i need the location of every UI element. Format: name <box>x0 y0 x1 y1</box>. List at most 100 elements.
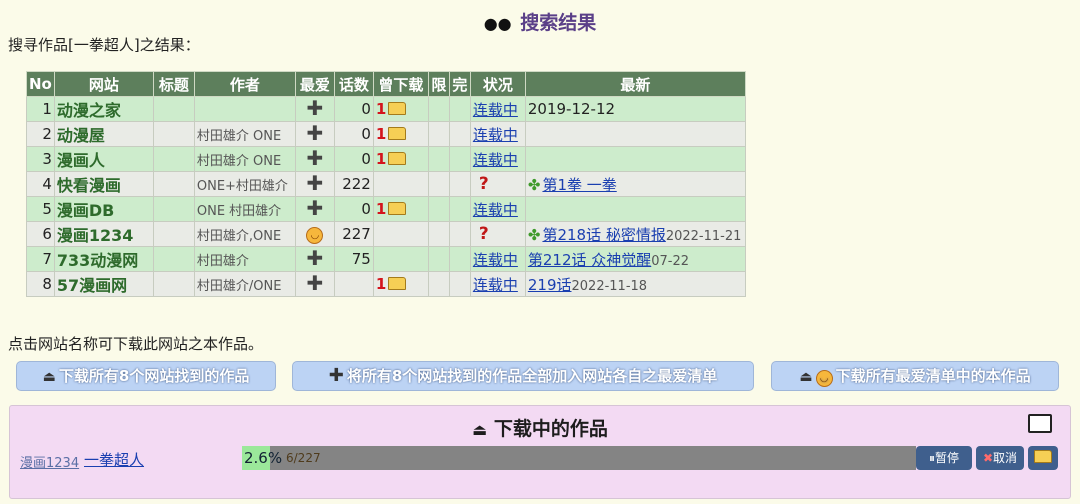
row-number: 3 <box>26 146 55 172</box>
folder-icon[interactable] <box>388 277 407 290</box>
status-link[interactable]: 连载中 <box>473 151 518 169</box>
cancel-button[interactable]: ✖取消 <box>976 446 1024 470</box>
downloading-title: ⏏ 下载中的作品 <box>472 418 608 440</box>
downloaded-cell: 1 <box>372 96 429 122</box>
download-all-button[interactable]: ⏏ 下载所有8个网站找到的作品 <box>16 361 276 391</box>
episode-count: 0 <box>333 96 374 122</box>
download-work-link[interactable]: 一拳超人 <box>84 449 144 470</box>
col-latest: 最新 <box>524 71 747 97</box>
site-name-link[interactable]: 漫画人 <box>53 146 154 172</box>
downloaded-cell <box>372 221 429 247</box>
status-cell: 连载中 <box>469 96 526 122</box>
site-name-link[interactable]: 漫画DB <box>53 196 154 222</box>
latest-date: 2022-11-18 <box>571 278 648 294</box>
col-limit: 限 <box>427 71 450 97</box>
download-site-link[interactable]: 漫画1234 <box>20 452 79 471</box>
downloaded-cell: 1 <box>372 121 429 147</box>
plus-icon[interactable]: ✚ <box>306 248 323 268</box>
eyes-icon: ●● <box>483 14 512 33</box>
site-name-link[interactable]: 漫画1234 <box>53 221 154 247</box>
site-name-link[interactable]: 57漫画网 <box>53 271 154 297</box>
latest-cell: ✤ 第1拳 一拳 <box>524 171 747 197</box>
latest-chapter-link[interactable]: 第218话 秘密情报 <box>542 226 665 244</box>
limit-cell <box>427 121 450 147</box>
done-cell <box>448 146 471 172</box>
folder-icon[interactable] <box>388 102 407 115</box>
row-number: 8 <box>26 271 55 297</box>
title-cell <box>152 196 195 222</box>
clover-icon: ✤ <box>527 175 541 194</box>
plus-icon[interactable]: ✚ <box>306 173 323 193</box>
folder-icon[interactable] <box>388 202 407 215</box>
close-icon: ✖ <box>982 451 994 465</box>
folder-icon <box>1034 450 1052 463</box>
author-cell: 村田雄介 <box>193 246 296 272</box>
row-number: 1 <box>26 96 55 122</box>
done-cell <box>448 271 471 297</box>
latest-chapter-link[interactable]: 第1拳 一拳 <box>542 176 616 194</box>
clover-icon: ✤ <box>527 225 541 244</box>
status-link[interactable]: 连载中 <box>473 276 518 294</box>
table-header-row: No 网站 标题 作者 最爱 话数 曾下载 限 完 状况 最新 <box>26 71 747 97</box>
download-icon: ⏏ <box>42 369 56 385</box>
favorite-cell: ✚ <box>294 196 335 222</box>
done-cell <box>448 121 471 147</box>
status-link[interactable]: 连载中 <box>473 201 518 219</box>
smile-icon[interactable]: ◡ <box>306 227 324 244</box>
col-no: No <box>26 71 55 97</box>
table-row: 8 57漫画网 村田雄介/ONE ✚ 1 连载中 219话2022-11-18 <box>26 271 747 297</box>
favorite-cell: ✚ <box>294 146 335 172</box>
site-name-link[interactable]: 动漫屋 <box>53 121 154 147</box>
plus-icon[interactable]: ✚ <box>306 198 323 218</box>
site-name-link[interactable]: 733动漫网 <box>53 246 154 272</box>
question-icon: ? <box>478 174 489 194</box>
table-row: 2 动漫屋 村田雄介 ONE ✚ 0 1 连载中 <box>26 121 747 147</box>
status-link[interactable]: 连载中 <box>473 251 518 269</box>
latest-chapter-link[interactable]: 第212话 众神觉醒 <box>528 251 651 269</box>
done-cell <box>448 171 471 197</box>
latest-date-text: 2019-12-12 <box>527 100 616 118</box>
book-icon[interactable] <box>1028 414 1052 433</box>
col-done: 完 <box>448 71 471 97</box>
episode-count: 0 <box>333 146 374 172</box>
plus-icon[interactable]: ✚ <box>306 98 323 118</box>
latest-cell <box>524 196 747 222</box>
episode-count: 0 <box>333 121 374 147</box>
site-name-link[interactable]: 快看漫画 <box>53 171 154 197</box>
author-cell: 村田雄介,ONE <box>193 221 296 247</box>
plus-icon[interactable]: ✚ <box>306 273 323 293</box>
status-link[interactable]: 连载中 <box>473 126 518 144</box>
site-name-link[interactable]: 动漫之家 <box>53 96 154 122</box>
title-cell <box>152 221 195 247</box>
open-folder-button[interactable] <box>1028 446 1058 470</box>
limit-cell <box>427 171 450 197</box>
limit-cell <box>427 146 450 172</box>
folder-icon[interactable] <box>388 127 407 140</box>
plus-icon[interactable]: ✚ <box>306 148 323 168</box>
downloaded-cell: 1 <box>372 196 429 222</box>
col-author: 作者 <box>193 71 296 97</box>
status-cell: 连载中 <box>469 246 526 272</box>
col-title: 标题 <box>152 71 195 97</box>
title-cell <box>152 171 195 197</box>
plus-icon: ✚ <box>328 365 344 386</box>
progress-percent: 2.6% <box>244 449 283 467</box>
status-link[interactable]: 连载中 <box>473 101 518 119</box>
download-favorites-button[interactable]: ⏏ ◡ 下载所有最爱清单中的本作品 <box>771 361 1059 391</box>
status-cell: 连载中 <box>469 271 526 297</box>
latest-chapter-link[interactable]: 219话 <box>528 276 572 294</box>
status-cell: ? <box>469 171 526 197</box>
status-cell: 连载中 <box>469 146 526 172</box>
folder-icon[interactable] <box>388 152 407 165</box>
page-title-text: 搜索结果 <box>520 12 597 34</box>
plus-icon[interactable]: ✚ <box>306 123 323 143</box>
episode-count: 227 <box>333 221 374 247</box>
row-number: 6 <box>26 221 55 247</box>
table-row: 5 漫画DB ONE 村田雄介 ✚ 0 1 连载中 <box>26 196 747 222</box>
status-cell: ? <box>469 221 526 247</box>
status-cell: 连载中 <box>469 196 526 222</box>
pause-button[interactable]: ⏸暂停 <box>916 446 972 470</box>
episode-count: 75 <box>333 246 374 272</box>
latest-date: 07-22 <box>651 253 690 269</box>
add-all-to-favorites-button[interactable]: ✚ 将所有8个网站找到的作品全部加入网站各自之最爱清单 <box>292 361 754 391</box>
